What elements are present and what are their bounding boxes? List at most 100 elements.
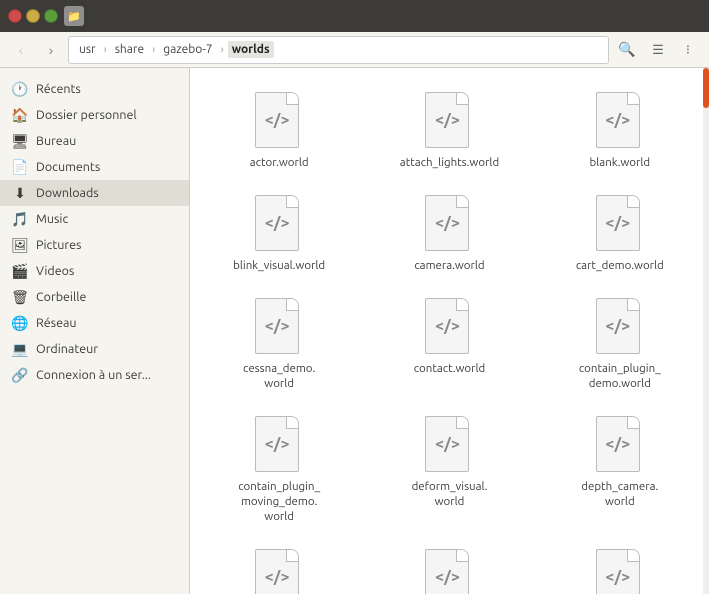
file-icon: </> [596,416,644,476]
breadcrumb-usr[interactable]: usr [75,41,100,58]
computer-icon: 💻 [12,341,28,357]
file-label: contain_plugin_moving_demo.world [238,480,320,525]
file-item[interactable]: </> elevator.world [198,541,360,594]
main-layout: 🕐 Récents 🏠 Dossier personnel 🖥 Bureau 📄Docume… [0,68,709,594]
sidebar-item-label-home: Dossier personnel [36,108,137,122]
file-icon: </> [425,92,473,152]
sidebar-item-label-documents: Documents [36,160,100,174]
forward-icon: › [49,42,54,58]
sidebar-item-connect[interactable]: 🔗Connexion à un ser... [0,362,189,388]
sidebar-item-label-computer: Ordinateur [36,342,98,356]
downloads-icon: ⬇ [12,185,28,201]
file-item[interactable]: </> depth_camera.world [539,408,701,533]
file-grid: </> actor.world </> attach_lights.world … [190,68,709,594]
sidebar-item-videos[interactable]: 🎬Videos [0,258,189,284]
file-item[interactable]: </> cessna_demo.world [198,290,360,400]
xml-icon: </> [435,317,460,335]
file-label: camera.world [414,259,484,274]
scrollbar[interactable] [703,68,709,594]
file-label: contain_plugin_demo.world [579,362,661,392]
desktop-icon: 🖥 [12,133,28,149]
file-item[interactable]: </> actor.world [198,84,360,179]
sidebar-item-label-music: Music [36,212,68,226]
file-label: blink_visual.world [233,259,325,274]
breadcrumb-share[interactable]: share [111,41,148,58]
file-label: blank.world [590,156,651,171]
file-icon: </> [596,92,644,152]
sidebar: 🕐 Récents 🏠 Dossier personnel 🖥 Bureau 📄Docume… [0,68,190,594]
xml-icon: </> [605,317,630,335]
maximize-button[interactable] [44,9,58,23]
sidebar-item-label-network: Réseau [36,316,77,330]
xml-icon: </> [265,317,290,335]
file-item[interactable]: </> camera.world [368,187,530,282]
minimize-button[interactable] [26,9,40,23]
sidebar-item-network[interactable]: 🌐Réseau [0,310,189,336]
file-item[interactable]: </> cart_demo.world [539,187,701,282]
window-controls[interactable] [8,9,58,23]
grid-view-icon: ⁝ [686,42,690,58]
file-icon: </> [596,195,644,255]
xml-icon: </> [605,214,630,232]
sidebar-item-recents[interactable]: 🕐 Récents [0,76,189,102]
file-item[interactable]: </> contact.world [368,290,530,400]
sidebar-item-label-downloads: Downloads [36,186,99,200]
list-view-icon: ☰ [652,42,664,58]
file-item[interactable]: </> contain_plugin_demo.world [539,290,701,400]
file-item[interactable]: </> contain_plugin_moving_demo.world [198,408,360,533]
sidebar-item-label-recents: Récents [36,82,81,96]
xml-icon: </> [435,568,460,586]
file-icon: </> [425,416,473,476]
xml-icon: </> [265,111,290,129]
search-button[interactable]: 🔍 [613,36,641,64]
sidebar-item-computer[interactable]: 💻 Ordinateur [0,336,189,362]
file-item[interactable]: </> blink_visual.world [198,187,360,282]
file-item[interactable]: </> blank.world [539,84,701,179]
recents-icon: 🕐 [12,81,28,97]
xml-icon: </> [265,214,290,232]
sidebar-item-label-desktop: Bureau [36,134,76,148]
forward-button[interactable]: › [38,37,64,63]
xml-icon: </> [265,568,290,586]
back-button[interactable]: ‹ [8,37,34,63]
xml-icon: </> [265,435,290,453]
file-label: cart_demo.world [576,259,664,274]
file-icon: </> [425,298,473,358]
file-item[interactable]: </> attach_lights.world [368,84,530,179]
scrollbar-thumb[interactable] [703,68,709,108]
xml-icon: </> [605,111,630,129]
file-item[interactable]: </> deform_visual.world [368,408,530,533]
file-label: cessna_demo.world [243,362,315,392]
home-icon: 🏠 [12,107,28,123]
sidebar-item-desktop[interactable]: 🖥 Bureau [0,128,189,154]
sidebar-section-places: 🕐 Récents 🏠 Dossier personnel 🖥 Bureau 📄Docume… [0,76,189,388]
app-icon: 📁 [64,6,84,26]
grid-view-button[interactable]: ⁝ [675,37,701,63]
xml-icon: </> [435,111,460,129]
file-icon: </> [425,549,473,594]
file-label: deform_visual.world [412,480,488,510]
xml-icon: </> [605,568,630,586]
sidebar-item-home[interactable]: 🏠 Dossier personnel [0,102,189,128]
sidebar-item-label-videos: Videos [36,264,74,278]
sidebar-item-music[interactable]: 🎵Music [0,206,189,232]
connect-icon: 🔗 [12,367,28,383]
close-button[interactable] [8,9,22,23]
breadcrumb-gazebo[interactable]: gazebo-7 [159,41,216,58]
xml-icon: </> [605,435,630,453]
file-item[interactable]: </> empty.world [368,541,530,594]
list-view-button[interactable]: ☰ [645,37,671,63]
titlebar: 📁 [0,0,709,32]
sidebar-item-downloads[interactable]: ⬇ Downloads [0,180,189,206]
breadcrumb-worlds[interactable]: worlds [228,41,274,58]
sidebar-item-documents[interactable]: 📄Documents [0,154,189,180]
breadcrumb: usr › share › gazebo-7 › worlds [68,36,609,64]
file-icon: </> [255,298,303,358]
back-icon: ‹ [19,42,24,58]
xml-icon: </> [435,435,460,453]
sidebar-item-label-pictures: Pictures [36,238,81,252]
file-item[interactable]: </> empty_1_0.world [539,541,701,594]
sidebar-item-pictures[interactable]: 🖼Pictures [0,232,189,258]
sidebar-item-trash[interactable]: 🗑Corbeille [0,284,189,310]
file-icon: </> [596,549,644,594]
